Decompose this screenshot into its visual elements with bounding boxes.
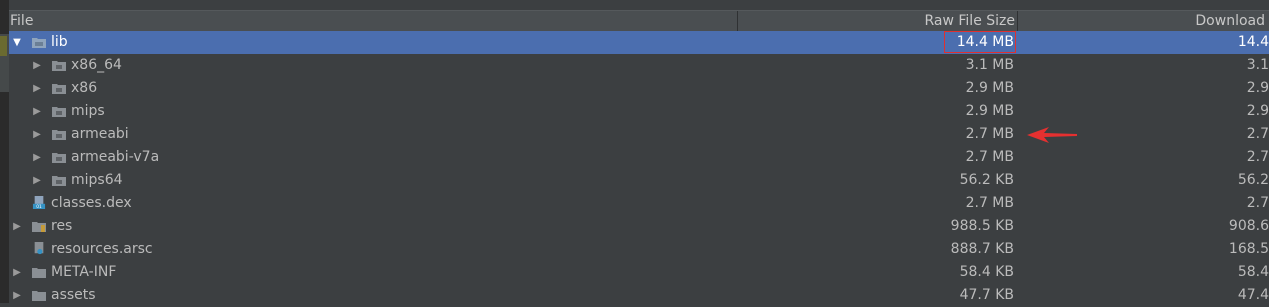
table-row-x86_64[interactable]: ▶ x86_64 3.1 MB 3.1 bbox=[9, 54, 1269, 77]
expand-arrow-icon[interactable]: ▶ bbox=[12, 215, 22, 238]
row-name: armeabi-v7a bbox=[71, 149, 160, 165]
row-name: mips64 bbox=[71, 172, 123, 188]
table-row-meta-inf[interactable]: ▶ META-INF 58.4 KB 58.4 bbox=[9, 261, 1269, 284]
row-name: classes.dex bbox=[51, 195, 132, 211]
expand-arrow-icon[interactable]: ▶ bbox=[32, 146, 42, 169]
row-download-size: 2.9 bbox=[1246, 103, 1269, 119]
row-raw-size: 2.7 MB bbox=[965, 195, 1014, 211]
folder-icon bbox=[52, 130, 66, 140]
row-raw-size: 47.7 KB bbox=[959, 287, 1014, 303]
table-row-classes-dex[interactable]: 01 classes.dex 2.7 MB 2.7 bbox=[9, 192, 1269, 215]
table-row-x86[interactable]: ▶ x86 2.9 MB 2.9 bbox=[9, 77, 1269, 100]
expand-arrow-icon[interactable]: ▶ bbox=[32, 169, 42, 192]
row-download-size: 2.9 bbox=[1246, 80, 1269, 96]
folder-icon bbox=[32, 38, 46, 48]
table-row-armeabi-v7a[interactable]: ▶ armeabi-v7a 2.7 MB 2.7 bbox=[9, 146, 1269, 169]
column-header-raw-file-size[interactable]: Raw File Size bbox=[738, 11, 1018, 32]
table-row-res[interactable]: ▶ res 988.5 KB 908.6 bbox=[9, 215, 1269, 238]
row-name: res bbox=[51, 218, 73, 234]
row-raw-size: 988.5 KB bbox=[950, 218, 1014, 234]
table-header: File Raw File Size Download bbox=[9, 10, 1269, 33]
row-raw-size: 56.2 KB bbox=[959, 172, 1014, 188]
table-row-assets[interactable]: ▶ assets 47.7 KB 47.4 bbox=[9, 284, 1269, 307]
row-name: META-INF bbox=[51, 264, 117, 280]
folder-icon bbox=[52, 153, 66, 163]
row-raw-size: 2.9 MB bbox=[965, 103, 1014, 119]
row-download-size: 3.1 bbox=[1246, 57, 1269, 73]
column-header-file[interactable]: File bbox=[10, 11, 738, 32]
row-download-size: 2.7 bbox=[1246, 195, 1269, 211]
row-name: lib bbox=[51, 34, 68, 50]
annotation-highlight-box bbox=[944, 31, 1016, 53]
row-download-size: 47.4 bbox=[1237, 287, 1269, 303]
expand-arrow-icon[interactable]: ▶ bbox=[32, 100, 42, 123]
row-raw-size: 2.7 MB bbox=[965, 149, 1014, 165]
column-header-download-size[interactable]: Download bbox=[1018, 11, 1269, 32]
row-name: armeabi bbox=[71, 126, 129, 142]
folder-icon bbox=[52, 84, 66, 94]
row-raw-size: 2.7 MB bbox=[965, 126, 1014, 142]
gutter-marker bbox=[0, 36, 7, 56]
table-row-armeabi[interactable]: ▶ armeabi 2.7 MB 2.7 bbox=[9, 123, 1269, 146]
arsc-file-icon bbox=[34, 242, 44, 255]
editor-gutter bbox=[0, 0, 9, 303]
folder-icon bbox=[32, 291, 46, 301]
row-download-size: 58.4 bbox=[1237, 264, 1269, 280]
expand-arrow-icon[interactable]: ▶ bbox=[32, 123, 42, 146]
row-raw-size: 888.7 KB bbox=[950, 241, 1014, 257]
row-download-size: 168.5 bbox=[1228, 241, 1269, 257]
row-raw-size: 58.4 KB bbox=[959, 264, 1014, 280]
row-name: x86 bbox=[71, 80, 98, 96]
folder-icon bbox=[32, 268, 46, 278]
folder-icon bbox=[52, 61, 66, 71]
apk-analyzer-table: File Raw File Size Download ▼ lib 14.4 M… bbox=[9, 0, 1269, 303]
folder-icon bbox=[52, 107, 66, 117]
row-name: mips bbox=[71, 103, 105, 119]
row-raw-size: 2.9 MB bbox=[965, 80, 1014, 96]
table-row-mips[interactable]: ▶ mips 2.9 MB 2.9 bbox=[9, 100, 1269, 123]
collapse-arrow-icon[interactable]: ▼ bbox=[12, 31, 22, 54]
table-row-resources-arsc[interactable]: resources.arsc 888.7 KB 168.5 bbox=[9, 238, 1269, 261]
row-download-size: 56.2 bbox=[1237, 172, 1269, 188]
table-row-lib[interactable]: ▼ lib 14.4 MB 14.4 bbox=[9, 31, 1269, 54]
row-download-size: 2.7 bbox=[1246, 149, 1269, 165]
dex-file-icon: 01 bbox=[32, 196, 46, 209]
expand-arrow-icon[interactable]: ▶ bbox=[32, 77, 42, 100]
row-raw-size: 3.1 MB bbox=[965, 57, 1014, 73]
svg-text:01: 01 bbox=[36, 204, 42, 209]
expand-arrow-icon[interactable]: ▶ bbox=[12, 284, 22, 307]
expand-arrow-icon[interactable]: ▶ bbox=[32, 54, 42, 77]
row-name: resources.arsc bbox=[51, 241, 153, 257]
row-name: x86_64 bbox=[71, 57, 122, 73]
row-name: assets bbox=[51, 287, 96, 303]
expand-arrow-icon[interactable]: ▶ bbox=[12, 261, 22, 284]
row-download-size: 14.4 bbox=[1237, 34, 1269, 50]
row-download-size: 908.6 bbox=[1228, 218, 1269, 234]
folder-icon bbox=[32, 222, 46, 232]
folder-icon bbox=[52, 176, 66, 186]
annotation-arrow-icon bbox=[1027, 127, 1077, 143]
table-row-mips64[interactable]: ▶ mips64 56.2 KB 56.2 bbox=[9, 169, 1269, 192]
